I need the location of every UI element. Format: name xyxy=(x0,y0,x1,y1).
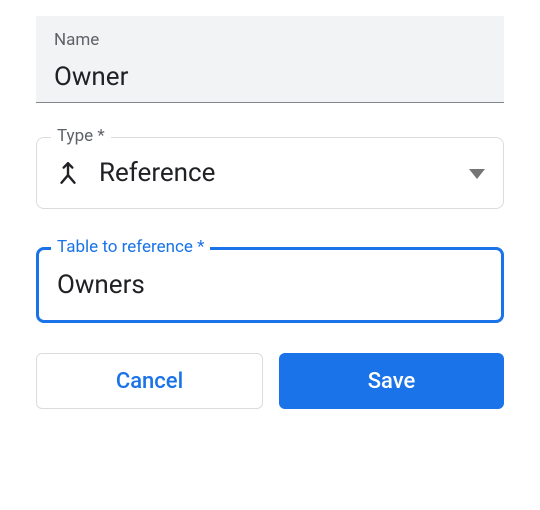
chevron-down-icon xyxy=(469,164,485,183)
table-reference-value: Owners xyxy=(57,270,145,300)
type-select[interactable]: Type * Reference xyxy=(36,137,504,209)
name-field-value: Owner xyxy=(54,62,486,92)
table-reference-select[interactable]: Table to reference * Owners xyxy=(36,247,504,323)
table-reference-label: Table to reference * xyxy=(51,237,210,257)
name-field[interactable]: Name Owner xyxy=(36,16,504,103)
save-button[interactable]: Save xyxy=(279,353,504,409)
merge-icon xyxy=(55,160,81,186)
cancel-button[interactable]: Cancel xyxy=(36,353,263,409)
type-select-value: Reference xyxy=(99,158,469,188)
name-field-label: Name xyxy=(54,30,486,50)
button-row: Cancel Save xyxy=(36,353,504,409)
type-select-label: Type * xyxy=(51,126,111,146)
